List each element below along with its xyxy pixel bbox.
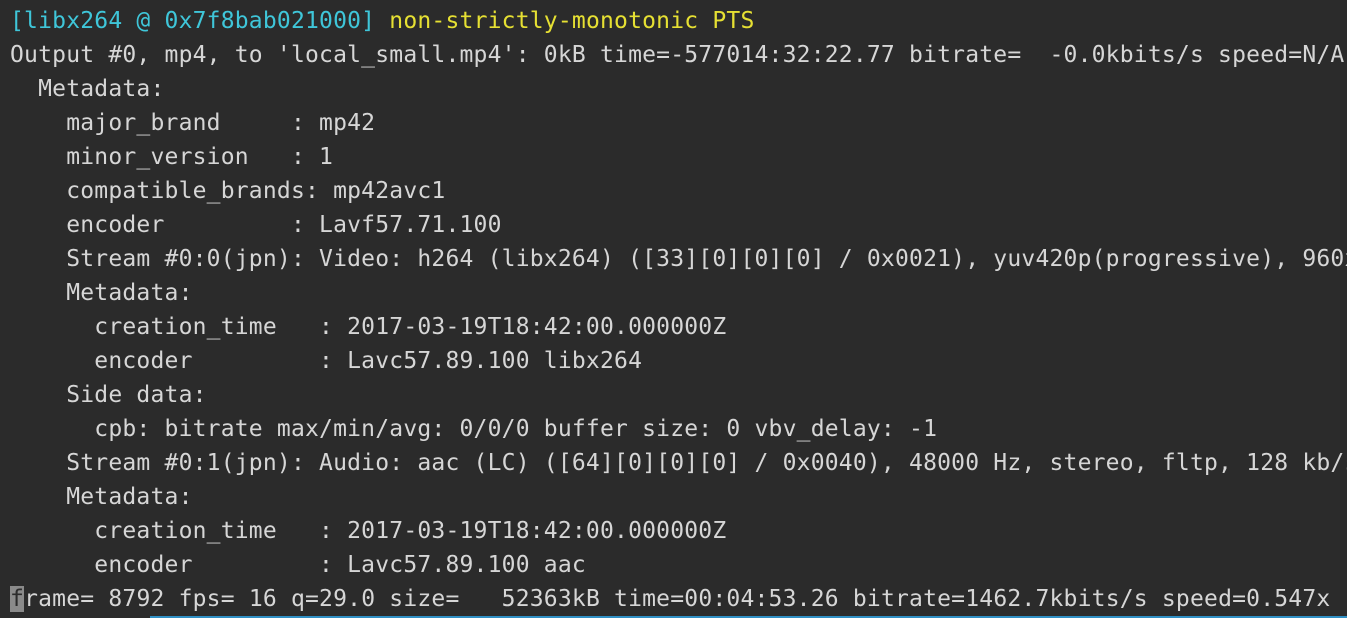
audio-metadata-header: Metadata: bbox=[10, 484, 193, 510]
video-metadata-header: Metadata: bbox=[10, 280, 193, 306]
stream-audio-line: Stream #0:1(jpn): Audio: aac (LC) ([64][… bbox=[10, 450, 1347, 476]
terminal-cursor[interactable]: f bbox=[10, 586, 25, 612]
metadata-encoder: encoder : Lavf57.71.100 bbox=[10, 212, 502, 238]
audio-creation-time: creation_time : 2017-03-19T18:42:00.0000… bbox=[10, 518, 727, 544]
side-data-header: Side data: bbox=[10, 382, 207, 408]
stream-video-line: Stream #0:0(jpn): Video: h264 (libx264) … bbox=[10, 246, 1347, 272]
output-line: Output #0, mp4, to 'local_small.mp4': 0k… bbox=[10, 42, 1345, 68]
warning-line: [libx264 @ 0x7f8bab021000] non-strictly-… bbox=[10, 4, 755, 38]
terminal-window[interactable]: [libx264 @ 0x7f8bab021000] non-strictly-… bbox=[0, 0, 1347, 618]
metadata-compatible-brands: compatible_brands: mp42avc1 bbox=[10, 178, 446, 204]
warning-message: non-strictly-monotonic PTS bbox=[375, 8, 755, 34]
progress-stats: rame= 8792 fps= 16 q=29.0 size= 52363kB … bbox=[24, 586, 1331, 612]
video-creation-time: creation_time : 2017-03-19T18:42:00.0000… bbox=[10, 314, 727, 340]
side-data-cpb: cpb: bitrate max/min/avg: 0/0/0 buffer s… bbox=[10, 416, 938, 442]
metadata-major-brand: major_brand : mp42 bbox=[10, 110, 376, 136]
metadata-header: Metadata: bbox=[10, 76, 165, 102]
audio-encoder: encoder : Lavc57.89.100 aac bbox=[10, 552, 586, 578]
metadata-minor-version: minor_version : 1 bbox=[10, 144, 334, 170]
video-encoder: encoder : Lavc57.89.100 libx264 bbox=[10, 348, 643, 374]
progress-line: frame= 8792 fps= 16 q=29.0 size= 52363kB… bbox=[10, 582, 1330, 616]
log-prefix: [libx264 @ 0x7f8bab021000] bbox=[10, 8, 376, 34]
